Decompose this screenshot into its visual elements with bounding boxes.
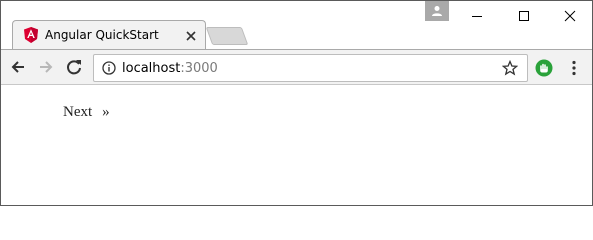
minimize-icon [472,16,482,17]
url-text: localhost:3000 [122,61,218,76]
profile-button[interactable] [425,1,449,21]
close-icon [564,10,576,22]
tab-angular-quickstart[interactable]: Angular QuickStart [12,20,206,50]
browser-window: Angular QuickStart localhost:3000 Next » [0,0,593,206]
address-bar[interactable]: localhost:3000 [93,54,528,82]
arrow-left-icon[interactable] [9,58,27,76]
hand-icon[interactable] [535,59,553,77]
angular-logo-icon [24,27,38,43]
star-icon[interactable] [502,60,518,76]
title-bar: Angular QuickStart [1,1,592,50]
next-label: Next [63,104,93,120]
maximize-icon [519,11,529,21]
info-icon[interactable] [102,61,116,75]
maximize-button[interactable] [508,5,538,27]
close-window-button[interactable] [554,5,584,27]
arrow-right-icon[interactable] [37,58,55,76]
tab-close-icon[interactable] [185,30,197,42]
person-icon [432,6,442,16]
kebab-menu-icon[interactable] [571,60,577,76]
next-arrow: » [102,104,110,120]
reload-icon[interactable] [65,58,83,76]
tab-title: Angular QuickStart [45,28,159,42]
browser-toolbar: localhost:3000 [1,49,592,85]
minimize-button[interactable] [461,5,491,27]
url-host: localhost [122,61,181,76]
page-content: Next » [1,86,592,205]
next-page-link[interactable]: Next » [63,104,110,121]
url-port: :3000 [180,61,218,76]
new-tab-button[interactable] [205,27,249,45]
